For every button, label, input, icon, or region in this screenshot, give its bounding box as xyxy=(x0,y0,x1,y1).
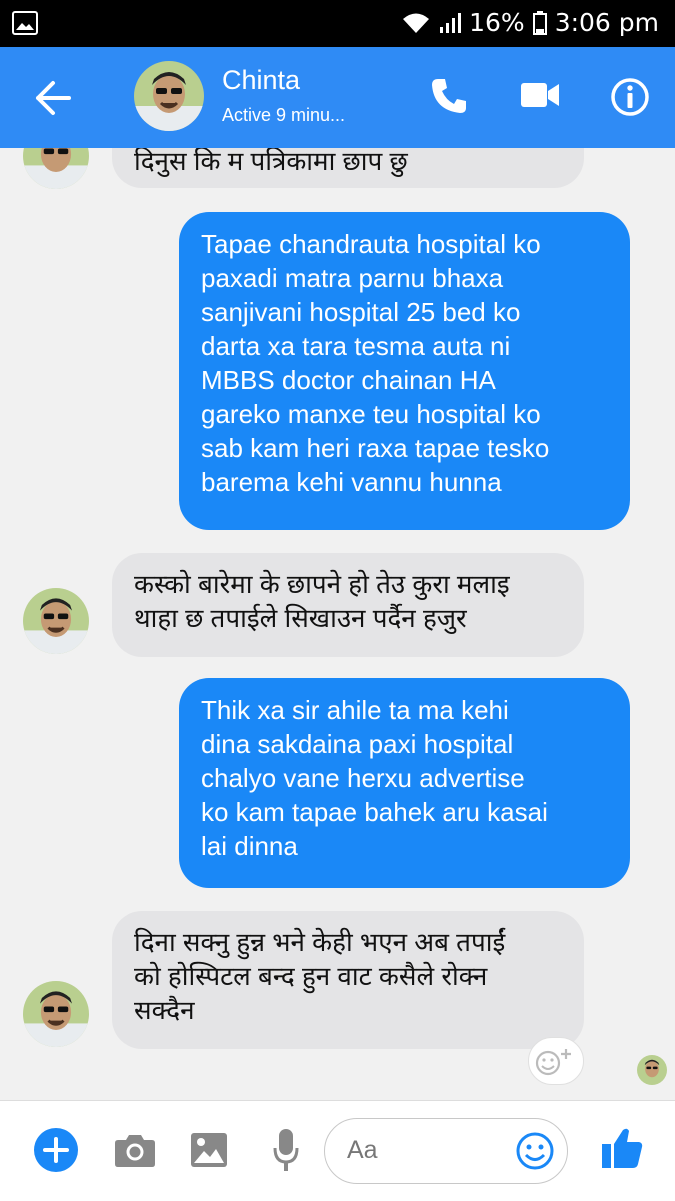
contact-name[interactable]: Chinta xyxy=(222,65,300,96)
message-line: paxadi matra parnu bhaxa xyxy=(201,263,504,293)
like-icon[interactable] xyxy=(601,1126,643,1170)
wifi-icon xyxy=(403,13,430,33)
message-line: को होस्पिटल बन्द हुन वाट कसैले रोक्न xyxy=(134,961,488,991)
message-line: सक्दैन xyxy=(134,995,195,1025)
camera-icon[interactable] xyxy=(114,1132,156,1168)
message-bubble-incoming[interactable]: दिना सक्नु हुन्न भने केही भएन अब तपाईं क… xyxy=(112,911,584,1049)
phone-icon[interactable] xyxy=(430,77,468,115)
clock: 3:06 pm xyxy=(554,8,659,37)
gallery-icon[interactable] xyxy=(190,1132,228,1168)
emoji-icon[interactable] xyxy=(515,1131,555,1171)
video-camera-icon[interactable] xyxy=(520,79,560,111)
message-line: थाहा छ तपाईले सिखाउन पर्दैन हजुर xyxy=(134,603,467,633)
message-line: lai dinna xyxy=(201,831,298,861)
message-line: barema kehi vannu hunna xyxy=(201,467,502,497)
message-line: कस्को बारेमा के छापने हो तेउ कुरा मलाइ xyxy=(134,569,510,599)
message-line: Thik xa sir ahile ta ma kehi xyxy=(201,695,509,725)
message-input[interactable]: Aa xyxy=(324,1118,568,1184)
seen-receipt-avatar xyxy=(637,1055,667,1085)
microphone-icon[interactable] xyxy=(272,1128,300,1172)
contact-avatar-small[interactable] xyxy=(23,148,89,189)
back-arrow-icon[interactable] xyxy=(33,79,73,117)
message-line: sab kam heri raxa tapae tesko xyxy=(201,433,550,463)
conversation-header: Chinta Active 9 minu... xyxy=(0,47,675,148)
message-line: दिना सक्नु हुन्न भने केही भएन अब तपाईं xyxy=(134,927,506,957)
message-line: gareko manxe teu hospital ko xyxy=(201,399,541,429)
status-bar: 16% 3:06 pm xyxy=(0,0,675,47)
message-text: दिनुस कि म पत्रिकामा छाप छु xyxy=(134,148,408,176)
message-line: chalyo vane herxu advertise xyxy=(201,763,525,793)
contact-avatar-small[interactable] xyxy=(23,981,89,1047)
message-line: darta xa tara tesma auta ni xyxy=(201,331,511,361)
contact-status: Active 9 minu... xyxy=(222,105,346,125)
message-input-placeholder: Aa xyxy=(347,1136,378,1164)
image-icon xyxy=(12,11,38,35)
battery-icon xyxy=(532,10,547,35)
info-icon[interactable] xyxy=(610,77,650,117)
message-line: Tapae chandrauta hospital ko xyxy=(201,229,541,259)
signal-icon xyxy=(440,12,462,33)
message-line: MBBS doctor chainan HA xyxy=(201,365,496,395)
message-line: dina sakdaina paxi hospital xyxy=(201,729,514,759)
message-bubble-incoming[interactable]: कस्को बारेमा के छापने हो तेउ कुरा मलाइ थ… xyxy=(112,553,584,657)
message-bubble-outgoing[interactable]: Thik xa sir ahile ta ma kehi dina sakdai… xyxy=(179,678,630,888)
contact-avatar-small[interactable] xyxy=(23,588,89,654)
smiley-plus-icon xyxy=(535,1049,571,1076)
message-bubble-incoming[interactable]: दिनुस कि म पत्रिकामा छाप छु xyxy=(112,148,584,188)
battery-percent: 16% xyxy=(469,8,525,37)
message-bubble-outgoing[interactable]: Tapae chandrauta hospital ko paxadi matr… xyxy=(179,212,630,530)
message-line: ko kam tapae bahek aru kasai xyxy=(201,797,548,827)
message-thread[interactable]: दिनुस कि म पत्रिकामा छाप छु Tapae chandr… xyxy=(0,148,675,1100)
plus-circle-icon[interactable] xyxy=(33,1127,79,1173)
contact-avatar[interactable] xyxy=(134,61,204,131)
add-reaction-button[interactable] xyxy=(528,1037,584,1085)
message-line: sanjivani hospital 25 bed ko xyxy=(201,297,521,327)
